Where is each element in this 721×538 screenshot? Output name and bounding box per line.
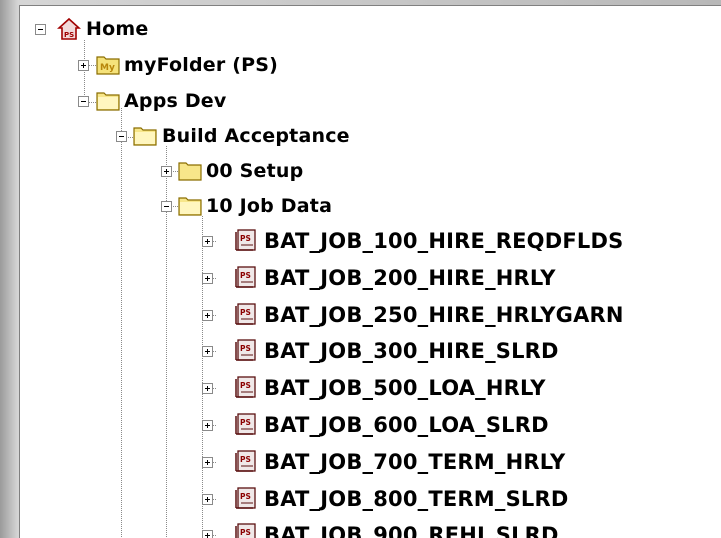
ps-document-icon: PS	[235, 376, 256, 398]
tree-item-label: BAT_JOB_900_REHI_SLRD	[264, 523, 559, 538]
tree-item-job[interactable]: BAT_JOB_100_HIRE_REQDFLDS	[264, 223, 623, 259]
expand-toggle-icon[interactable]	[202, 457, 213, 468]
folder-open-icon	[96, 92, 120, 111]
tree-item-myfolder[interactable]: myFolder (PS)	[124, 47, 278, 83]
tree-item-label: Build Acceptance	[162, 125, 350, 147]
home-icon: PS	[57, 17, 81, 40]
tree-item-job[interactable]: BAT_JOB_900_REHI_SLRD	[264, 517, 559, 538]
ps-badge-text: PS	[64, 31, 74, 39]
ps-document-icon: PS	[235, 413, 256, 435]
tree-line	[202, 216, 203, 538]
ps-document-icon: PS	[235, 339, 256, 361]
ps-document-icon: PS	[235, 229, 256, 251]
expand-toggle-icon[interactable]	[202, 346, 213, 357]
tree-item-job[interactable]: BAT_JOB_200_HIRE_HRLY	[264, 260, 556, 296]
tree-item-job[interactable]: BAT_JOB_600_LOA_SLRD	[264, 407, 549, 443]
my-badge-text: My	[100, 63, 115, 73]
ps-badge-text: PS	[240, 344, 251, 353]
tree-item-label: 00 Setup	[206, 160, 304, 182]
tree-item-label: BAT_JOB_600_LOA_SLRD	[264, 413, 549, 437]
tree-line	[84, 40, 85, 103]
expand-toggle-icon[interactable]	[202, 273, 213, 284]
tree-item-job[interactable]: BAT_JOB_300_HIRE_SLRD	[264, 333, 559, 369]
ps-document-icon: PS	[235, 303, 256, 325]
tree-item-label: BAT_JOB_100_HIRE_REQDFLDS	[264, 229, 624, 253]
expand-toggle-icon[interactable]	[202, 383, 213, 394]
expand-toggle-icon[interactable]	[161, 166, 172, 177]
tree-item-label: BAT_JOB_800_TERM_SLRD	[264, 487, 569, 511]
ps-document-icon: PS	[235, 450, 256, 472]
folder-open-icon	[133, 127, 157, 146]
tree-item-job[interactable]: BAT_JOB_700_TERM_HRLY	[264, 444, 565, 480]
expand-toggle-icon[interactable]	[78, 60, 89, 71]
tree-item-label: BAT_JOB_700_TERM_HRLY	[264, 450, 566, 474]
collapse-toggle-icon[interactable]	[35, 24, 46, 35]
tree-item-job[interactable]: BAT_JOB_500_LOA_HRLY	[264, 370, 546, 406]
tree-item-job[interactable]: BAT_JOB_250_HIRE_HRLYGARN	[264, 297, 624, 333]
folder-icon	[178, 162, 202, 181]
collapse-toggle-icon[interactable]	[78, 96, 89, 107]
tree-item-label: BAT_JOB_300_HIRE_SLRD	[264, 339, 559, 363]
my-folder-icon: My	[96, 56, 120, 75]
ps-badge-text: PS	[240, 271, 251, 280]
tree-line	[121, 108, 122, 538]
tree-item-home[interactable]: Home	[86, 11, 148, 47]
tree-item-label: 10 Job Data	[206, 195, 333, 217]
tree-view[interactable]: PS Home My myFolder (PS) Apps Dev Build …	[19, 5, 721, 538]
ps-document-icon: PS	[235, 523, 256, 538]
ps-badge-text: PS	[240, 308, 251, 317]
ps-badge-text: PS	[240, 528, 251, 537]
expand-toggle-icon[interactable]	[202, 494, 213, 505]
tree-item-00-setup[interactable]: 00 Setup	[206, 153, 303, 189]
ps-document-icon: PS	[235, 487, 256, 509]
tree-item-label: BAT_JOB_200_HIRE_HRLY	[264, 266, 556, 290]
tree-item-build-acceptance[interactable]: Build Acceptance	[162, 118, 350, 154]
tree-item-label: Home	[86, 18, 149, 40]
collapse-toggle-icon[interactable]	[161, 201, 172, 212]
tree-item-job[interactable]: BAT_JOB_800_TERM_SLRD	[264, 481, 569, 517]
expand-toggle-icon[interactable]	[202, 236, 213, 247]
expand-toggle-icon[interactable]	[202, 310, 213, 321]
ps-document-icon: PS	[235, 266, 256, 288]
tree-item-label: Apps Dev	[124, 90, 227, 112]
ps-badge-text: PS	[240, 234, 251, 243]
ps-badge-text: PS	[240, 381, 251, 390]
ps-badge-text: PS	[240, 455, 251, 464]
tree-item-label: myFolder (PS)	[124, 54, 279, 76]
ps-badge-text: PS	[240, 492, 251, 501]
expand-toggle-icon[interactable]	[202, 420, 213, 431]
tree-item-10-job-data[interactable]: 10 Job Data	[206, 188, 332, 224]
tree-item-label: BAT_JOB_250_HIRE_HRLYGARN	[264, 303, 624, 327]
tree-item-label: BAT_JOB_500_LOA_HRLY	[264, 376, 546, 400]
expand-toggle-icon[interactable]	[202, 530, 213, 538]
folder-open-icon	[178, 197, 202, 216]
tree-item-apps-dev[interactable]: Apps Dev	[124, 83, 226, 119]
ps-badge-text: PS	[240, 418, 251, 427]
collapse-toggle-icon[interactable]	[116, 131, 127, 142]
